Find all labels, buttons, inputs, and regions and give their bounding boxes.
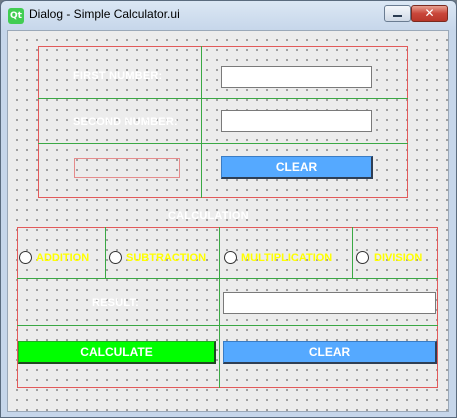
calc-option-divider-1: [105, 227, 106, 278]
qt-logo-icon: Qt: [8, 8, 24, 24]
dialog-window: Qt Dialog - Simple Calculator.ui ✕ FIRST…: [0, 0, 457, 418]
minimize-button[interactable]: [384, 5, 411, 22]
second-number-input[interactable]: [221, 110, 372, 132]
clear-inputs-button[interactable]: CLEAR: [221, 156, 373, 179]
calc-option-divider-3: [352, 227, 353, 278]
result-label: RESULT:: [92, 297, 140, 309]
radio-button[interactable]: [19, 251, 32, 264]
input-layout-divider: [201, 46, 202, 198]
window-title: Dialog - Simple Calculator.ui: [29, 7, 180, 21]
radio-button[interactable]: [224, 251, 237, 264]
calculation-title: CALCULATION: [168, 210, 249, 222]
calc-layout-row-line-2: [17, 325, 438, 326]
minimize-icon: [393, 15, 402, 17]
close-button[interactable]: ✕: [411, 5, 448, 22]
calc-layout-divider: [219, 278, 220, 388]
input-layout-row-line-2: [38, 143, 408, 144]
form-canvas: FIRST NUMBER: SECOND NUMBER: CLEAR CALCU…: [7, 30, 449, 412]
first-number-label: FIRST NUMBER:: [73, 70, 163, 82]
second-number-label: SECOND NUMBER:: [73, 116, 178, 128]
empty-label-widget: [74, 158, 180, 178]
radio-button[interactable]: [356, 251, 369, 264]
radio-label: DIVISION: [374, 252, 423, 264]
input-layout-row-line-1: [38, 98, 408, 99]
radio-label: ADDITION: [36, 252, 90, 264]
radio-label: SUBTRACTION: [126, 252, 207, 264]
calc-option-divider-2: [219, 227, 220, 278]
result-output[interactable]: [223, 292, 436, 314]
calculate-button[interactable]: CALCULATE: [18, 341, 216, 364]
clear-result-button[interactable]: CLEAR: [223, 341, 437, 364]
first-number-input[interactable]: [221, 66, 372, 88]
radio-button[interactable]: [109, 251, 122, 264]
radio-label: MULTIPLICATION: [241, 252, 333, 264]
title-bar[interactable]: Qt Dialog - Simple Calculator.ui ✕: [1, 1, 456, 29]
calc-layout-row-line-1: [17, 278, 438, 279]
